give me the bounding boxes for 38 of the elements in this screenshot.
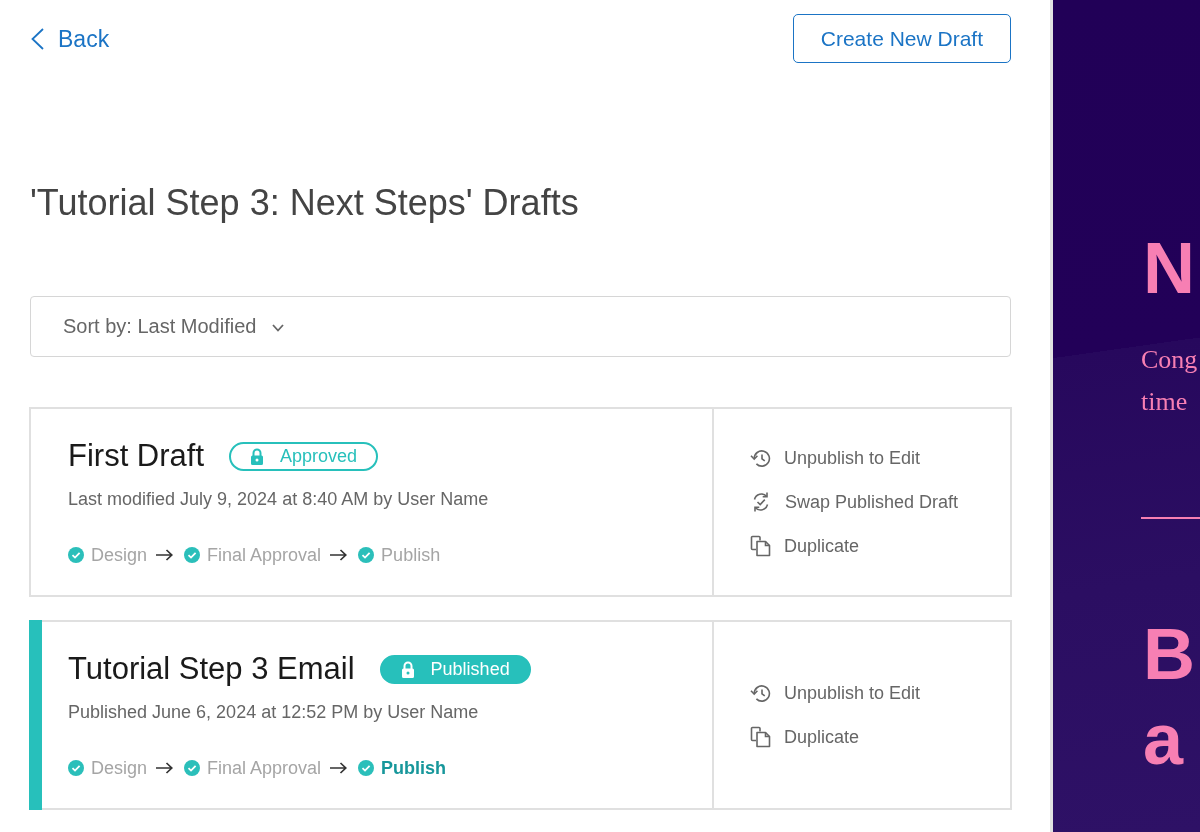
step-label: Final Approval (207, 544, 322, 567)
arrow-right-icon (330, 762, 348, 774)
status-text: Published (430, 658, 510, 680)
chevron-left-icon (31, 27, 44, 50)
draft-title: Tutorial Step 3 Email (68, 650, 355, 688)
preview-heading-line: a (1143, 698, 1185, 781)
draft-meta-text: Published June 6, 2024 at 12:52 PM by User Name (68, 701, 480, 724)
lock-icon (250, 447, 265, 465)
step-label: Publish (381, 757, 447, 780)
draft-meta-text: Last modified July 9, 2024 at 8:40 AM by User Name (68, 488, 490, 511)
arrow-right-icon (156, 549, 174, 561)
unpublish-link[interactable]: Unpublish to Edit (750, 446, 921, 470)
arrow-right-icon (330, 549, 348, 561)
preview-text-line: time (1141, 386, 1189, 418)
history-icon (750, 448, 771, 468)
sort-dropdown[interactable]: Sort by: Last Modified (30, 296, 1011, 357)
back-link[interactable]: Back (31, 24, 110, 53)
history-icon (750, 683, 771, 703)
create-draft-button[interactable]: Create New Draft (792, 14, 1011, 63)
swap-draft-link[interactable]: Swap Published Draft (750, 490, 959, 514)
preview-heading: N (1142, 228, 1196, 308)
step-label: Design (91, 544, 148, 567)
preview-heading-line: B (1143, 613, 1196, 696)
draft-title: First Draft (68, 437, 205, 475)
page-title: 'Tutorial Step 3: Next Steps' Drafts (30, 181, 580, 225)
unpublish-link[interactable]: Unpublish to Edit (750, 681, 921, 705)
duplicate-link[interactable]: Duplicate (750, 725, 860, 749)
arrow-right-icon (156, 762, 174, 774)
preview-text-line: Cong (1141, 344, 1199, 376)
lock-icon (400, 660, 415, 678)
copy-icon (750, 535, 771, 557)
copy-icon (750, 726, 771, 748)
duplicate-link[interactable]: Duplicate (750, 534, 860, 558)
step-label: Final Approval (207, 757, 322, 780)
status-text: Approved (280, 445, 358, 467)
chevron-down-icon (272, 323, 285, 332)
step-label: Publish (381, 544, 441, 567)
step-label: Design (91, 757, 148, 780)
